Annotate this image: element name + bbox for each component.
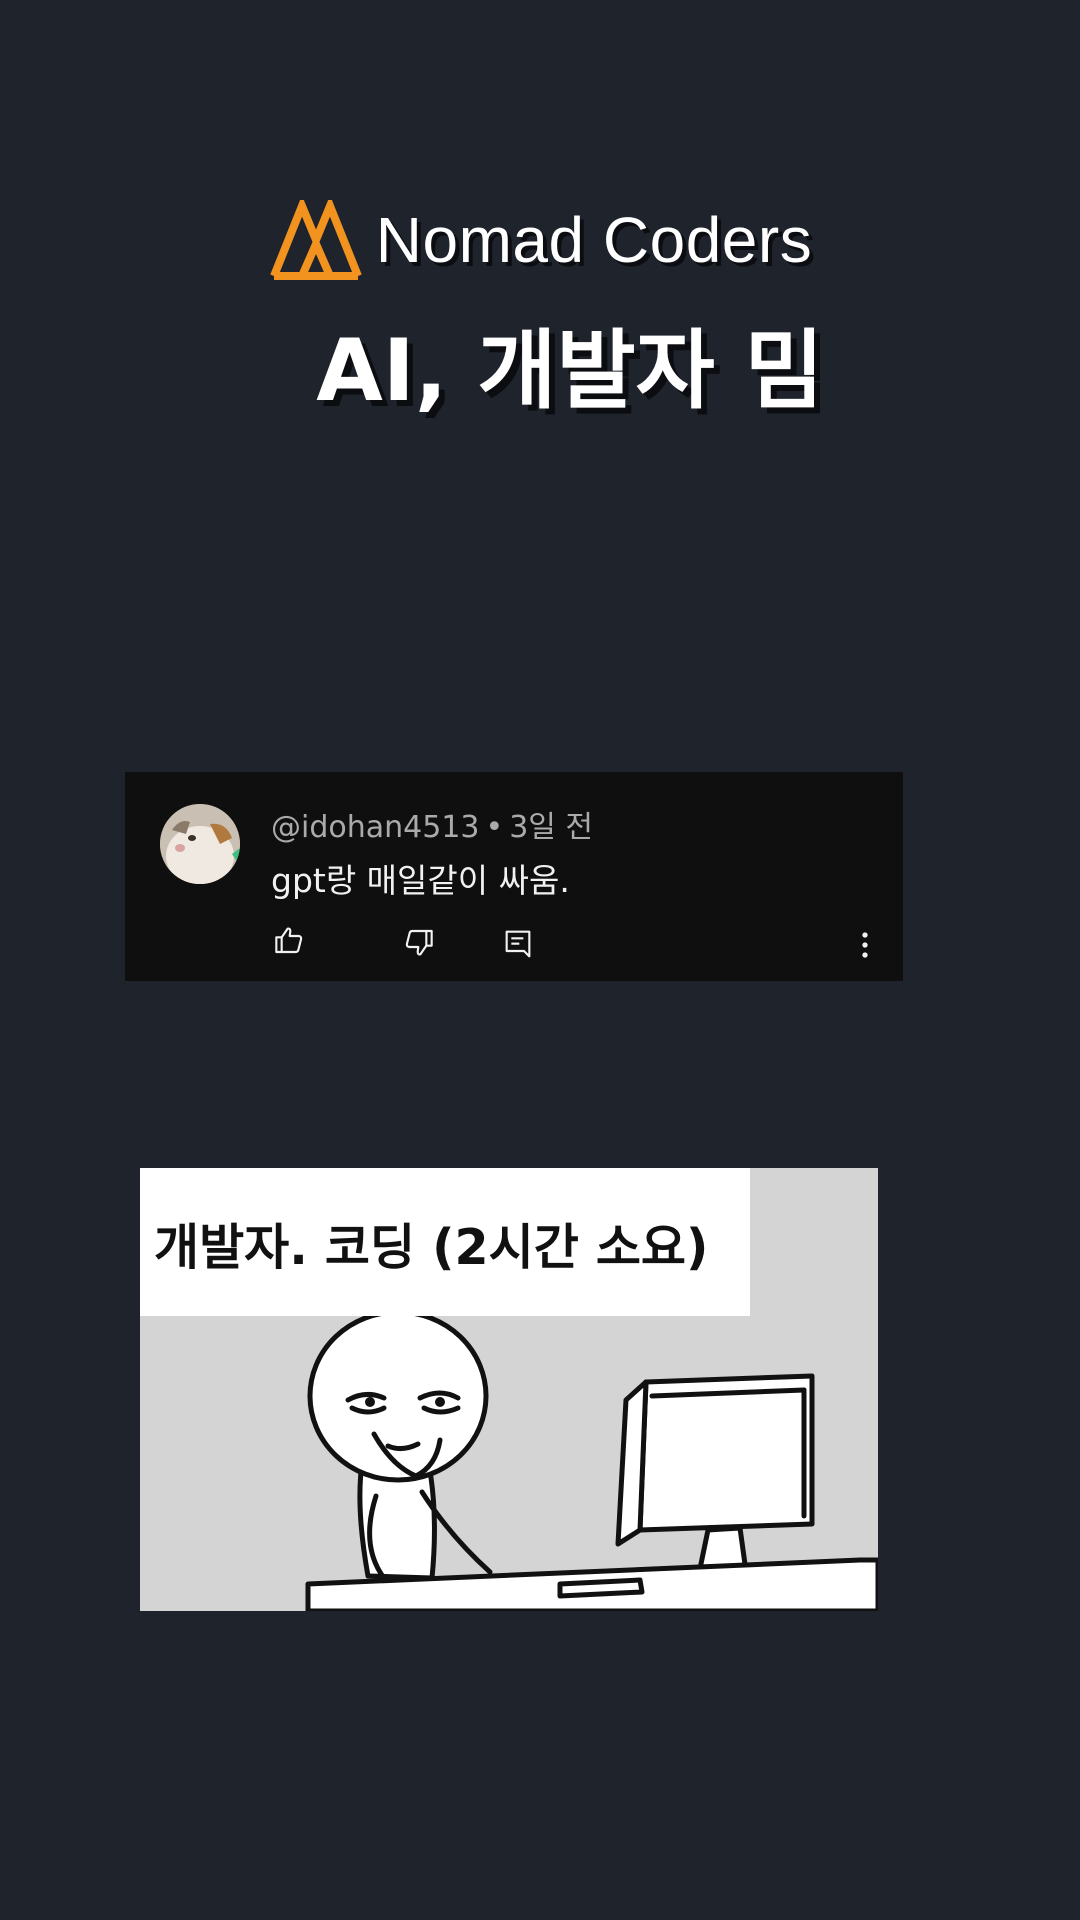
cat-avatar-image xyxy=(160,804,240,884)
comment-time: 3일 전 xyxy=(509,810,594,845)
meme-caption: 개발자. 코딩 (2시간 소요) xyxy=(154,1219,709,1276)
comment-text: gpt랑 매일같이 싸움. xyxy=(271,861,570,900)
reply-icon xyxy=(505,930,531,958)
page: Nomad Coders AI, 개발자 밈 @idohan4513 • 3일 전 … xyxy=(0,0,1080,1920)
meme-caption-box: 개발자. 코딩 (2시간 소요) xyxy=(140,1168,750,1316)
brand-name: Nomad Coders xyxy=(375,204,813,276)
like-button[interactable] xyxy=(271,922,307,958)
thumbs-down-icon xyxy=(405,929,433,956)
meta-separator: • xyxy=(485,810,504,845)
more-options-button[interactable] xyxy=(847,927,883,963)
reply-button[interactable] xyxy=(500,925,536,961)
dislike-button[interactable] xyxy=(401,925,437,961)
more-vertical-icon xyxy=(862,932,868,958)
headline: AI, 개발자 밈 xyxy=(316,321,824,421)
comment-meta: @idohan4513 • 3일 전 xyxy=(271,802,593,846)
brand-header: Nomad Coders xyxy=(0,200,1080,280)
thumbs-up-icon xyxy=(275,927,303,954)
developer-at-computer-illustration xyxy=(140,1316,878,1611)
meme-image: 개발자. 코딩 (2시간 소요) xyxy=(140,1168,878,1611)
nomad-coders-logo-icon xyxy=(270,200,362,280)
comment-author[interactable]: @idohan4513 xyxy=(271,810,480,845)
comment-card: @idohan4513 • 3일 전 gpt랑 매일같이 싸움. xyxy=(125,772,903,981)
avatar[interactable] xyxy=(160,804,240,884)
